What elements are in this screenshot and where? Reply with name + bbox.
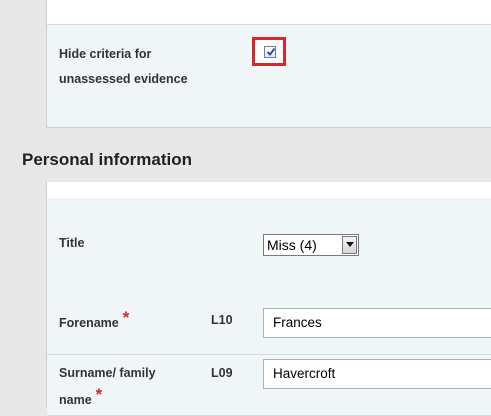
checkbox-highlight: [252, 37, 286, 66]
forename-row: Forename * L10 Frances: [47, 294, 491, 355]
forename-code: L10: [211, 313, 233, 327]
forename-label-text: Forename: [59, 316, 119, 330]
forename-input[interactable]: Frances: [263, 308, 491, 338]
surname-code: L09: [211, 366, 233, 380]
hide-criteria-panel: Hide criteria for unassessed evidence: [46, 0, 491, 128]
required-asterisk: *: [122, 308, 130, 327]
title-label: Title: [59, 236, 85, 250]
surname-label: Surname/ family name *: [59, 360, 189, 413]
title-selected-value: Miss (4): [267, 237, 317, 253]
checkmark-icon: [266, 47, 276, 56]
hide-criteria-checkbox[interactable]: [264, 46, 276, 58]
title-select[interactable]: Miss (4): [263, 234, 359, 256]
personal-information-panel: Title Miss (4) Forename * L10 Frances Sur…: [46, 182, 491, 416]
panel-top-strip: [47, 0, 491, 25]
required-asterisk: *: [95, 385, 103, 404]
hide-criteria-label: Hide criteria for unassessed evidence: [59, 47, 188, 86]
surname-label-text: Surname/ family name: [59, 366, 156, 407]
title-row: Title Miss (4): [47, 198, 491, 295]
surname-input[interactable]: Havercroft: [263, 359, 491, 389]
forename-label: Forename *: [59, 308, 129, 332]
dropdown-arrow-button[interactable]: [342, 236, 357, 254]
chevron-down-icon: [346, 242, 354, 247]
section-heading: Personal information: [22, 150, 193, 169]
